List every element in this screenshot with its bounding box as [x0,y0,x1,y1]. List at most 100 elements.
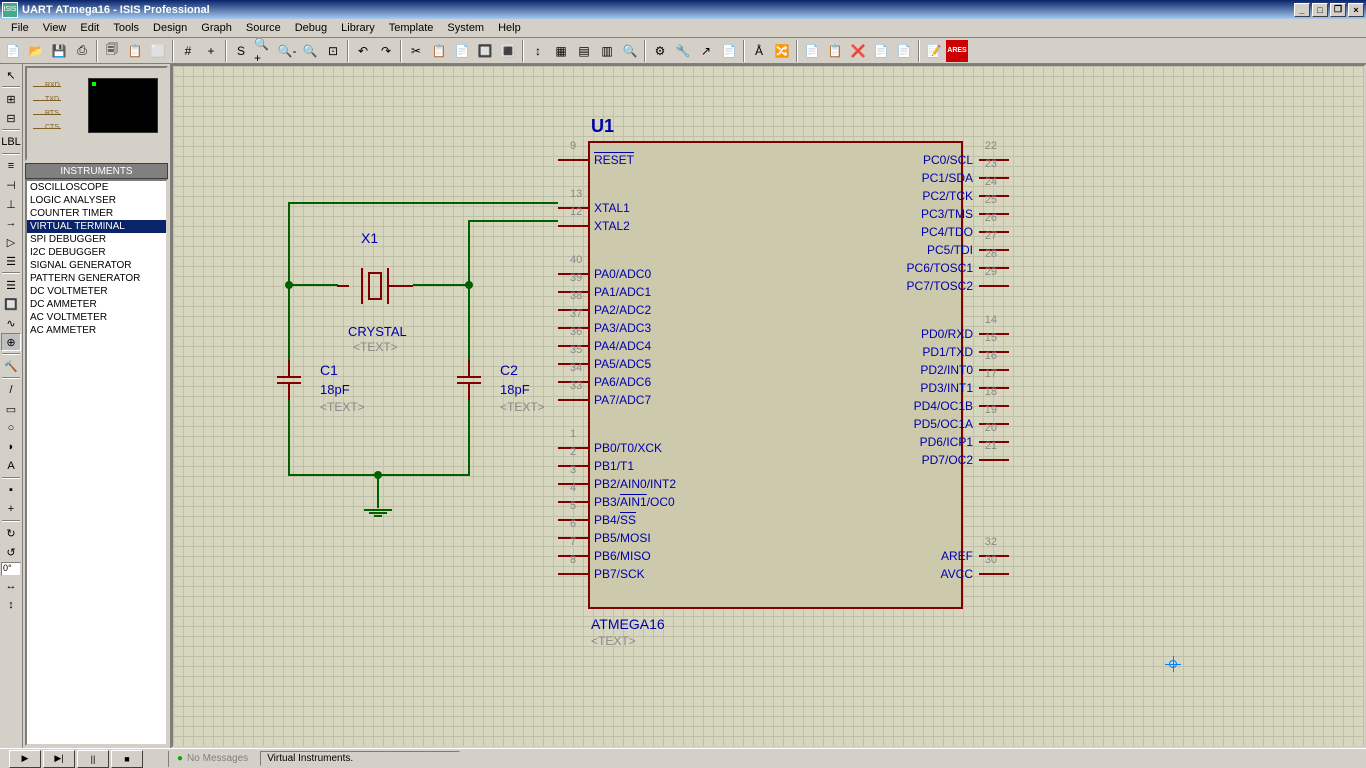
instrument-virtual-terminal[interactable]: VIRTUAL TERMINAL [27,220,166,233]
toolbar-btn-22[interactable]: ▦ [550,40,572,62]
toolbar-btn-4[interactable]: 🗐 [101,40,123,62]
toolbar-btn-23[interactable]: ▤ [573,40,595,62]
rotate-btn-2[interactable]: ↔ [1,577,21,595]
cap-c2[interactable] [457,360,481,400]
pin-3[interactable]: 3PB2/AIN0/INT2 [558,477,682,491]
menu-source[interactable]: Source [239,20,288,36]
instrument-dc-ammeter[interactable]: DC AMMETER [27,298,166,311]
wire[interactable] [468,220,558,222]
toolbar-btn-29[interactable]: 📄 [718,40,740,62]
instrument-ac-voltmeter[interactable]: AC VOLTMETER [27,311,166,324]
instrument-pattern-generator[interactable]: PATTERN GENERATOR [27,272,166,285]
angle-input[interactable]: 0° [1,562,21,576]
menu-graph[interactable]: Graph [194,20,239,36]
toolbar-btn-28[interactable]: ↗ [695,40,717,62]
toolbar-btn-27[interactable]: 🔧 [672,40,694,62]
toolbar-btn-9[interactable]: S [230,40,252,62]
pin-8[interactable]: 8PB7/SCK [558,567,651,581]
wire[interactable] [288,202,290,286]
toolbar-btn-15[interactable]: ↷ [375,40,397,62]
left-tool-13[interactable]: ⊕ [1,333,21,351]
toolbar-btn-17[interactable]: 📋 [428,40,450,62]
wire[interactable] [413,284,470,286]
toolbar-btn-14[interactable]: ↶ [352,40,374,62]
toolbar-btn-12[interactable]: 🔍 [299,40,321,62]
instrument-dc-voltmeter[interactable]: DC VOLTMETER [27,285,166,298]
wire[interactable] [288,284,290,360]
left-tool-5[interactable]: ⊣ [1,176,21,194]
toolbar-btn-21[interactable]: ↕ [527,40,549,62]
left-tool-1[interactable]: ⊞ [1,90,21,108]
toolbar-btn-32[interactable]: 📄 [801,40,823,62]
menu-design[interactable]: Design [146,20,194,36]
toolbar-btn-11[interactable]: 🔍- [276,40,298,62]
toolbar-btn-10[interactable]: 🔍+ [253,40,275,62]
maximize-button[interactable]: □ [1312,3,1328,17]
toolbar-btn-31[interactable]: 🔀 [771,40,793,62]
pin-21[interactable]: 21PD7/OC2 [916,453,1009,467]
instrument-signal-generator[interactable]: SIGNAL GENERATOR [27,259,166,272]
left-tool-21[interactable]: + [1,500,21,518]
menu-template[interactable]: Template [382,20,441,36]
sim-step-button[interactable]: ▶| [43,750,75,768]
instrument-oscilloscope[interactable]: OSCILLOSCOPE [27,181,166,194]
left-tool-6[interactable]: ⊥ [1,195,21,213]
left-tool-16[interactable]: ▭ [1,400,21,418]
wire[interactable] [468,400,470,476]
menu-view[interactable]: View [36,20,74,36]
restore-button[interactable]: ❐ [1330,3,1346,17]
left-tool-14[interactable]: 🔨 [1,357,21,375]
left-tool-15[interactable]: / [1,381,21,399]
menu-system[interactable]: System [440,20,491,36]
wire[interactable] [288,284,338,286]
toolbar-btn-38[interactable]: ARES [946,40,968,62]
pin-4[interactable]: 4PB3/AIN1/OC0 [558,495,681,509]
wire[interactable] [468,284,470,360]
left-tool-8[interactable]: ▷ [1,233,21,251]
toolbar-btn-1[interactable]: 📂 [25,40,47,62]
toolbar-btn-8[interactable]: + [200,40,222,62]
sim-play-button[interactable]: ▶ [9,750,41,768]
toolbar-btn-7[interactable]: # [177,40,199,62]
rotate-btn-0[interactable]: ↻ [1,524,21,542]
sim-pause-button[interactable]: || [77,750,109,768]
pin-12[interactable]: 12XTAL2 [558,219,636,233]
cap-c1[interactable] [277,360,301,400]
toolbar-btn-6[interactable]: ⬜ [147,40,169,62]
toolbar-btn-19[interactable]: 🔲 [474,40,496,62]
instrument-counter-timer[interactable]: COUNTER TIMER [27,207,166,220]
pin-32[interactable]: 32AREF [935,549,1009,563]
crystal-x1[interactable] [353,264,398,308]
menu-help[interactable]: Help [491,20,528,36]
toolbar-btn-3[interactable]: ⎙ [71,40,93,62]
toolbar-btn-24[interactable]: ▥ [596,40,618,62]
pin-9[interactable]: 9RESET [558,153,640,167]
instrument-i2c-debugger[interactable]: I2C DEBUGGER [27,246,166,259]
toolbar-btn-30[interactable]: Å [748,40,770,62]
close-button[interactable]: × [1348,3,1364,17]
minimize-button[interactable]: _ [1294,3,1310,17]
instruments-list[interactable]: OSCILLOSCOPELOGIC ANALYSERCOUNTER TIMERV… [25,179,168,746]
toolbar-btn-34[interactable]: ❌ [847,40,869,62]
instrument-spi-debugger[interactable]: SPI DEBUGGER [27,233,166,246]
pin-29[interactable]: 29PC7/TOSC2 [901,279,1009,293]
toolbar-btn-26[interactable]: ⚙ [649,40,671,62]
ground-symbol[interactable] [363,492,393,517]
left-tool-17[interactable]: ○ [1,419,21,437]
left-tool-3[interactable]: LBL [1,133,21,151]
left-tool-4[interactable]: ≡ [1,157,21,175]
left-tool-0[interactable]: ↖ [1,66,21,84]
left-tool-2[interactable]: ⊟ [1,109,21,127]
left-tool-7[interactable]: → [1,214,21,232]
rotate-btn-1[interactable]: ↺ [1,543,21,561]
schematic-canvas[interactable]: U1 ATMEGA16 <TEXT> 9RESET13XTAL112XTAL24… [171,64,1366,748]
left-tool-20[interactable]: ▪ [1,481,21,499]
left-tool-12[interactable]: ∿ [1,314,21,332]
left-tool-19[interactable]: A [1,457,21,475]
pin-30[interactable]: 30AVCC [935,567,1009,581]
menu-library[interactable]: Library [334,20,382,36]
toolbar-btn-16[interactable]: ✂ [405,40,427,62]
toolbar-btn-0[interactable]: 📄 [2,40,24,62]
menu-edit[interactable]: Edit [73,20,106,36]
wire[interactable] [288,202,558,204]
